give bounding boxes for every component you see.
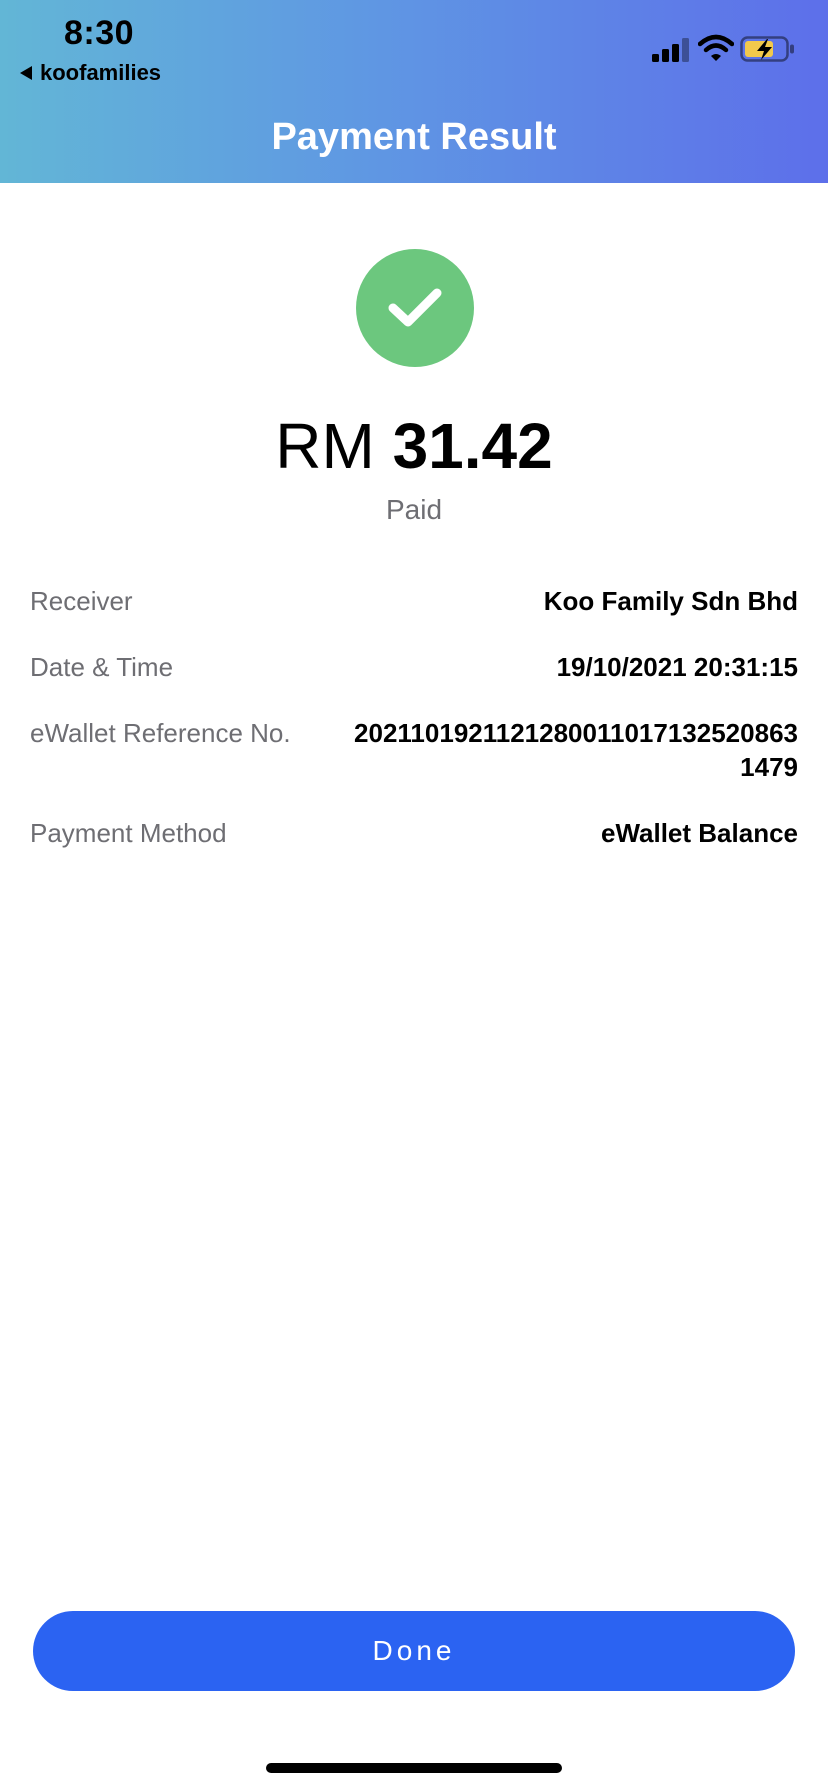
check-icon: [388, 288, 442, 327]
signal-icon: [652, 38, 689, 62]
reference-value: 20211019211212800110171325208631479: [354, 718, 798, 782]
home-indicator[interactable]: [266, 1763, 562, 1773]
page-title: Payment Result: [271, 116, 557, 158]
amount-value: 31.42: [392, 410, 553, 482]
status-time: 8:30: [64, 14, 135, 52]
detail-row-receiver: Receiver Koo Family Sdn Bhd: [30, 584, 798, 618]
detail-row-datetime: Date & Time 19/10/2021 20:31:15: [30, 650, 798, 684]
payment-details: Receiver Koo Family Sdn Bhd Date & Time …: [30, 584, 798, 882]
receiver-label: Receiver: [30, 586, 133, 616]
success-badge: [356, 249, 474, 367]
header-bar: 8:30 koofamilies Payment Result: [0, 0, 828, 183]
back-arrow-icon: [20, 66, 32, 80]
datetime-value: 19/10/2021 20:31:15: [556, 652, 798, 682]
payment-status: Paid: [385, 494, 443, 525]
done-button[interactable]: Done: [33, 1611, 795, 1691]
payment-amount: RM 31.42: [0, 408, 828, 484]
detail-row-method: Payment Method eWallet Balance: [30, 816, 798, 850]
receiver-value: Koo Family Sdn Bhd: [543, 586, 798, 616]
method-label: Payment Method: [30, 818, 227, 848]
back-app-label: koofamilies: [40, 60, 162, 85]
reference-label: eWallet Reference No.: [30, 718, 291, 748]
amount-currency: RM: [275, 410, 375, 482]
datetime-label: Date & Time: [30, 652, 174, 682]
battery-charging-icon: [740, 36, 794, 62]
back-to-app-link[interactable]: koofamilies: [20, 60, 161, 86]
method-value: eWallet Balance: [600, 818, 798, 848]
payment-result-screen: 8:30 koofamilies Payment Result RM 31.42…: [0, 0, 828, 1792]
detail-row-reference: eWallet Reference No. 202110192112128001…: [30, 716, 798, 784]
wifi-icon: [698, 34, 734, 61]
